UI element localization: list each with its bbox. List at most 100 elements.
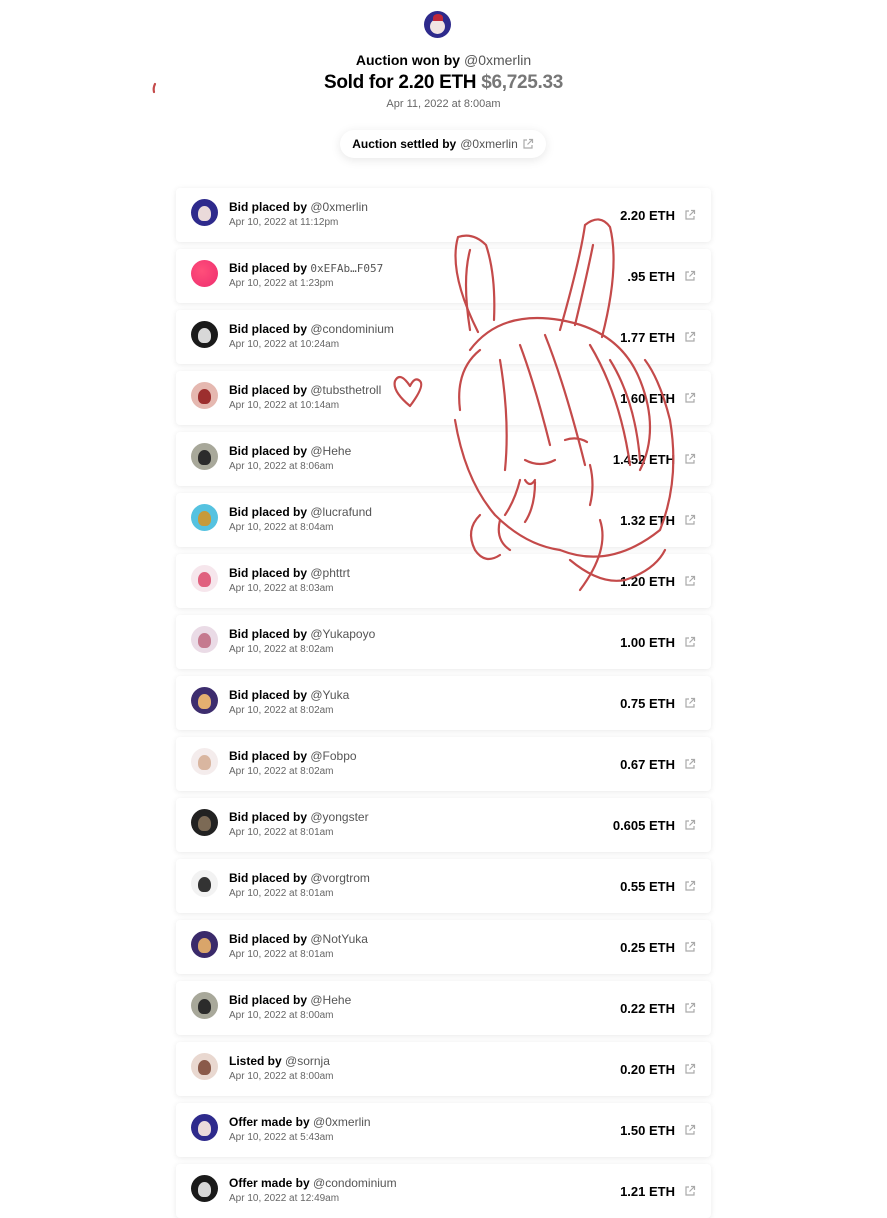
username-link[interactable]: @condominium — [313, 1176, 397, 1190]
row-title: Offer made by @0xmerlin — [229, 1115, 371, 1129]
history-row[interactable]: Bid placed by @vorgtrom Apr 10, 2022 at 8… — [176, 859, 711, 913]
user-avatar[interactable] — [191, 504, 218, 531]
external-link-icon[interactable] — [684, 941, 696, 953]
avatar-figure — [198, 206, 211, 221]
action-label: Bid placed by — [229, 322, 308, 336]
row-date: Apr 10, 2022 at 8:01am — [229, 888, 334, 899]
history-row[interactable]: Offer made by @condominium Apr 10, 2022 a… — [176, 1164, 711, 1218]
external-link-icon[interactable] — [684, 758, 696, 770]
history-row[interactable]: Bid placed by @Hehe Apr 10, 2022 at 8:06a… — [176, 432, 711, 486]
action-label: Bid placed by — [229, 810, 308, 824]
user-avatar[interactable] — [191, 1175, 218, 1202]
row-title: Bid placed by @NotYuka — [229, 932, 368, 946]
avatar-figure — [198, 755, 211, 770]
external-link-icon[interactable] — [684, 1185, 696, 1197]
external-link-icon[interactable] — [684, 209, 696, 221]
user-avatar[interactable] — [191, 321, 218, 348]
username-link[interactable]: @Hehe — [310, 444, 351, 458]
avatar-figure — [198, 694, 211, 709]
row-amount: 1.00 ETH — [620, 635, 675, 650]
action-label: Listed by — [229, 1054, 282, 1068]
external-link-icon[interactable] — [522, 138, 534, 150]
external-link-icon[interactable] — [684, 697, 696, 709]
history-row[interactable]: Bid placed by @phttrt Apr 10, 2022 at 8:0… — [176, 554, 711, 608]
user-avatar[interactable] — [191, 809, 218, 836]
user-avatar[interactable] — [191, 1053, 218, 1080]
history-row[interactable]: Bid placed by 0xEFAb…F057 Apr 10, 2022 at… — [176, 249, 711, 303]
external-link-icon[interactable] — [684, 1002, 696, 1014]
history-row[interactable]: Offer made by @0xmerlin Apr 10, 2022 at 5… — [176, 1103, 711, 1157]
history-row[interactable]: Bid placed by @lucrafund Apr 10, 2022 at … — [176, 493, 711, 547]
external-link-icon[interactable] — [684, 392, 696, 404]
external-link-icon[interactable] — [684, 880, 696, 892]
row-amount: 1.50 ETH — [620, 1123, 675, 1138]
external-link-icon[interactable] — [684, 514, 696, 526]
row-title: Offer made by @condominium — [229, 1176, 397, 1190]
history-row[interactable]: Bid placed by @yongster Apr 10, 2022 at 8… — [176, 798, 711, 852]
username-link[interactable]: @Hehe — [310, 993, 351, 1007]
user-avatar[interactable] — [191, 565, 218, 592]
settled-username[interactable]: @0xmerlin — [460, 137, 518, 151]
username-link[interactable]: @vorgtrom — [310, 871, 370, 885]
action-label: Bid placed by — [229, 383, 308, 397]
user-avatar[interactable] — [191, 1114, 218, 1141]
username-link[interactable]: @yongster — [310, 810, 368, 824]
username-link[interactable]: @0xmerlin — [310, 200, 368, 214]
external-link-icon[interactable] — [684, 1063, 696, 1075]
row-title: Listed by @sornja — [229, 1054, 330, 1068]
avatar-figure — [198, 511, 211, 526]
row-date: Apr 10, 2022 at 10:14am — [229, 400, 340, 411]
sold-eth: Sold for 2.20 ETH — [323, 72, 477, 93]
external-link-icon[interactable] — [684, 575, 696, 587]
history-row[interactable]: Bid placed by @tubsthetroll Apr 10, 2022 … — [176, 371, 711, 425]
history-row[interactable]: Bid placed by @0xmerlin Apr 10, 2022 at 1… — [176, 188, 711, 242]
user-avatar[interactable] — [191, 992, 218, 1019]
winner-username-link[interactable]: @0xmerlin — [464, 52, 531, 68]
row-title: Bid placed by 0xEFAb…F057 — [229, 261, 383, 275]
winner-avatar[interactable] — [424, 11, 451, 38]
row-date: Apr 10, 2022 at 5:43am — [229, 1132, 334, 1143]
username-link[interactable]: @Fobpo — [310, 749, 356, 763]
username-link[interactable]: @lucrafund — [310, 505, 372, 519]
history-row[interactable]: Bid placed by @Yuka Apr 10, 2022 at 8:02a… — [176, 676, 711, 730]
history-row[interactable]: Listed by @sornja Apr 10, 2022 at 8:00am 0… — [176, 1042, 711, 1096]
user-avatar[interactable] — [191, 870, 218, 897]
row-title: Bid placed by @Yukapoyo — [229, 627, 375, 641]
external-link-icon[interactable] — [684, 453, 696, 465]
user-avatar[interactable] — [191, 687, 218, 714]
external-link-icon[interactable] — [684, 1124, 696, 1136]
username-link[interactable]: @0xmerlin — [313, 1115, 371, 1129]
username-link[interactable]: @Yukapoyo — [310, 627, 375, 641]
user-avatar[interactable] — [191, 931, 218, 958]
user-avatar[interactable] — [191, 199, 218, 226]
row-amount: 0.55 ETH — [620, 879, 675, 894]
auction-settled-button[interactable]: Auction settled by @0xmerlin — [340, 130, 546, 158]
history-row[interactable]: Bid placed by @Yukapoyo Apr 10, 2022 at 8… — [176, 615, 711, 669]
external-link-icon[interactable] — [684, 636, 696, 648]
history-row[interactable]: Bid placed by @condominium Apr 10, 2022 a… — [176, 310, 711, 364]
username-link[interactable]: @phttrt — [310, 566, 350, 580]
row-title: Bid placed by @phttrt — [229, 566, 350, 580]
row-amount: 1.21 ETH — [620, 1184, 675, 1199]
user-avatar[interactable] — [191, 748, 218, 775]
row-title: Bid placed by @condominium — [229, 322, 394, 336]
user-avatar[interactable] — [191, 626, 218, 653]
row-date: Apr 10, 2022 at 1:23pm — [229, 278, 334, 289]
row-amount: 1.77 ETH — [620, 330, 675, 345]
user-avatar[interactable] — [191, 382, 218, 409]
history-row[interactable]: Bid placed by @Fobpo Apr 10, 2022 at 8:02… — [176, 737, 711, 791]
user-avatar[interactable] — [191, 443, 218, 470]
external-link-icon[interactable] — [684, 819, 696, 831]
row-amount: 1.20 ETH — [620, 574, 675, 589]
history-row[interactable]: Bid placed by @NotYuka Apr 10, 2022 at 8:… — [176, 920, 711, 974]
username-link[interactable]: @tubsthetroll — [310, 383, 381, 397]
history-row[interactable]: Bid placed by @Hehe Apr 10, 2022 at 8:00a… — [176, 981, 711, 1035]
username-link[interactable]: @sornja — [285, 1054, 330, 1068]
username-link[interactable]: @Yuka — [310, 688, 349, 702]
username-link[interactable]: @NotYuka — [310, 932, 368, 946]
external-link-icon[interactable] — [684, 270, 696, 282]
user-avatar[interactable] — [191, 260, 218, 287]
username-link[interactable]: @condominium — [310, 322, 394, 336]
external-link-icon[interactable] — [684, 331, 696, 343]
username-link[interactable]: 0xEFAb…F057 — [310, 262, 383, 275]
